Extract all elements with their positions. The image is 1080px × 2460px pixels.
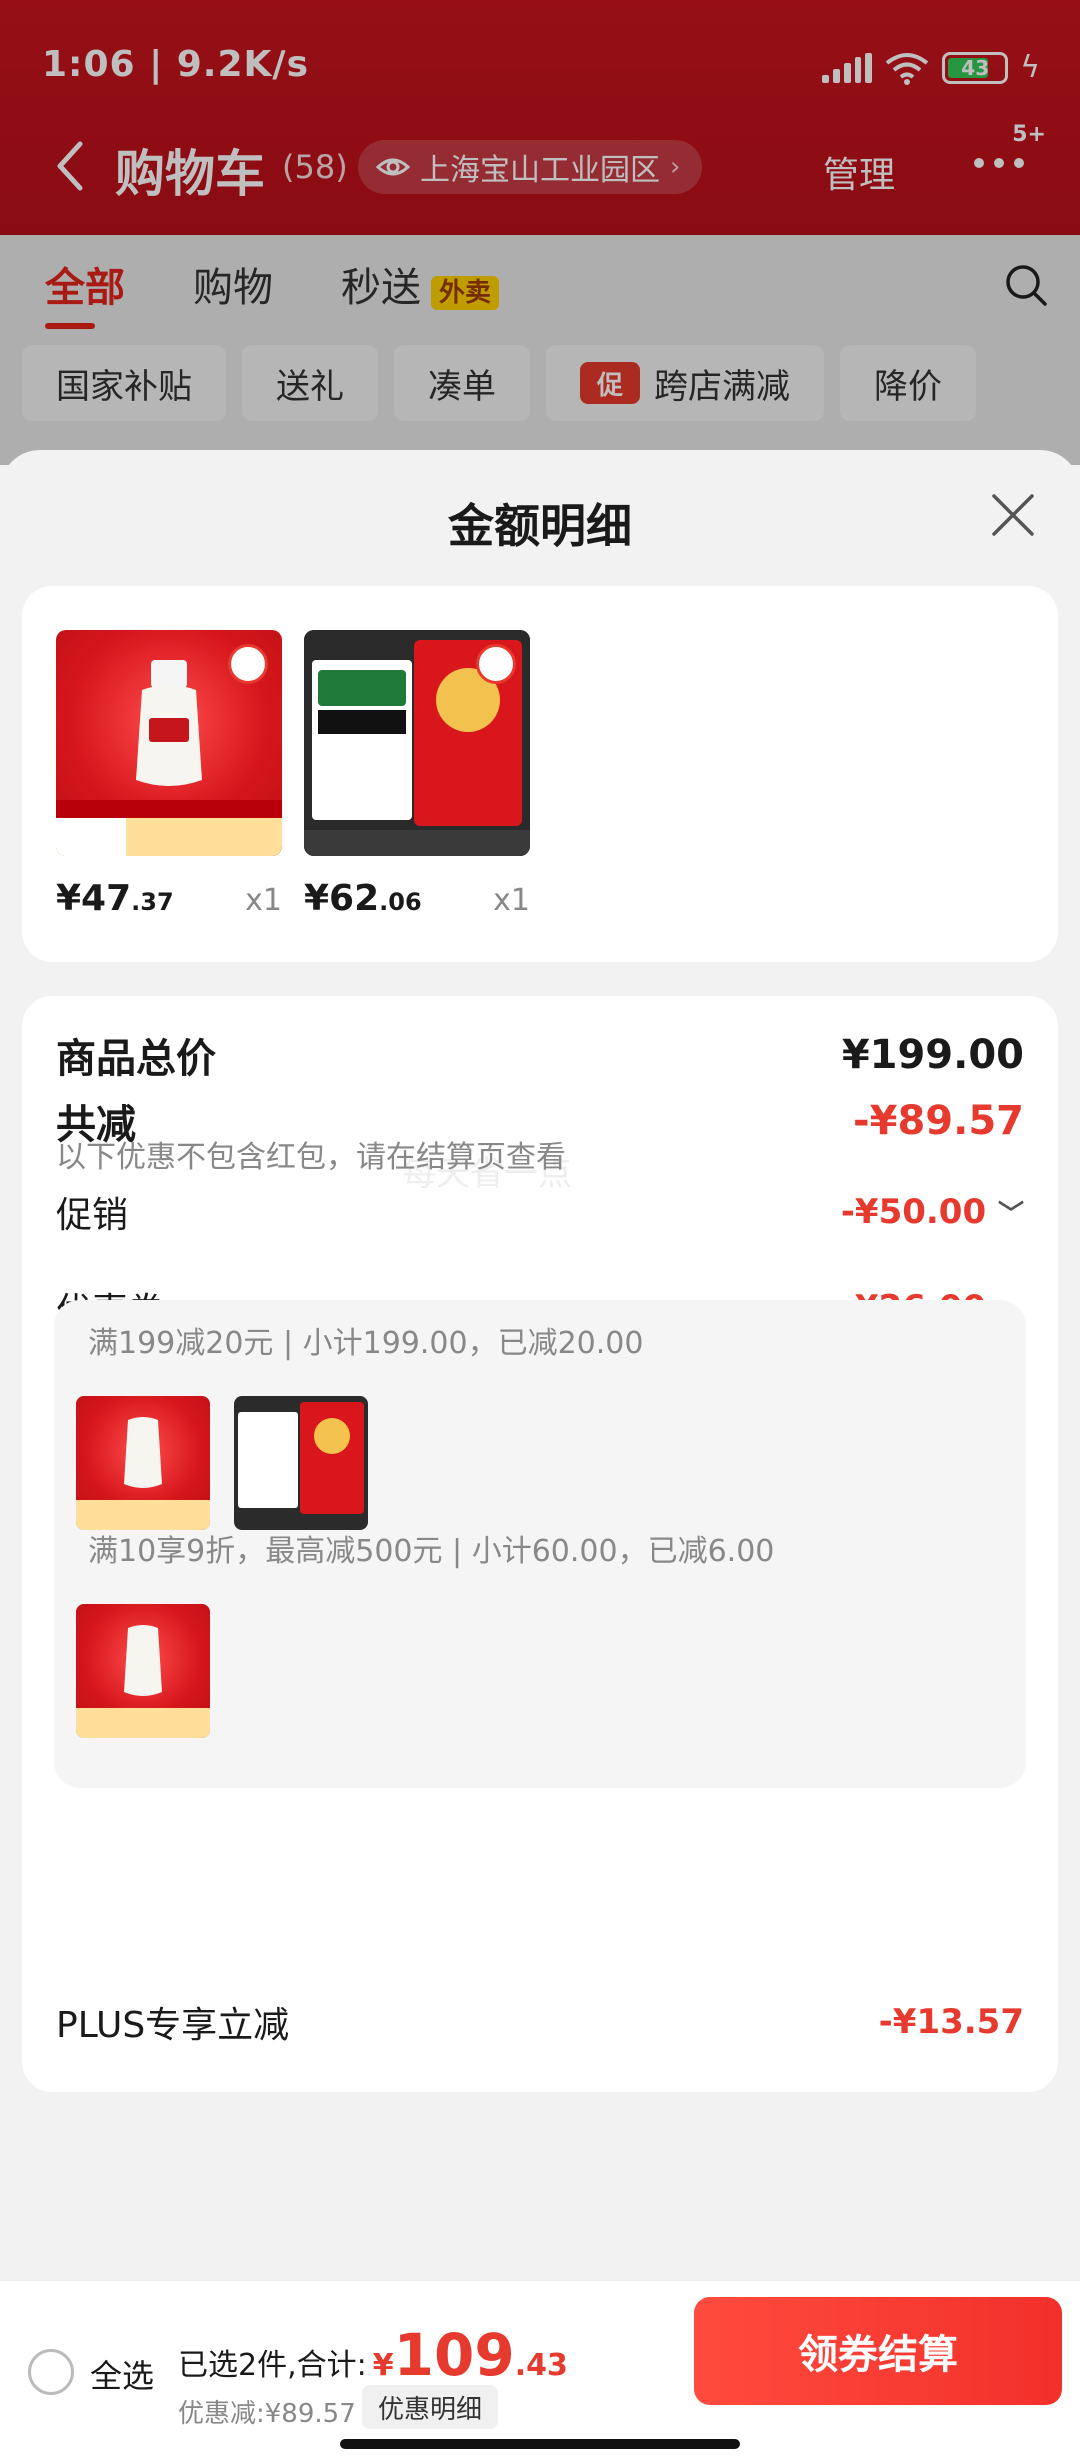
close-icon[interactable] — [990, 492, 1036, 538]
discount-amount: 优惠减:¥89.57 — [178, 2399, 356, 2429]
checkout-bar: 全选 已选2件,合计: ¥ 109 .43 优惠减:¥89.57 优惠明细 领券… — [0, 2280, 1080, 2460]
promo-amount: -¥50.00 — [840, 1192, 987, 1232]
price-int: ¥62 — [304, 878, 380, 919]
coupon-thumb-liquor — [76, 1604, 210, 1738]
checkout-button[interactable]: 领券结算 — [694, 2297, 1062, 2405]
total-reduce-value: -¥89.57 — [853, 1098, 1024, 1144]
product-image-liquor — [56, 630, 282, 856]
liquor-thumb-image — [76, 1417, 210, 1530]
reduce-note: 以下优惠不包含红包，请在结算页查看 — [56, 1140, 566, 1175]
product-item[interactable]: ¥62.06 x1 — [304, 630, 530, 919]
promo-row[interactable]: 促销 -¥50.00 ﹀ — [56, 1186, 1024, 1238]
rice-thumb-image — [238, 1402, 364, 1514]
product-qty: x1 — [493, 883, 530, 918]
price-dec: .37 — [131, 888, 174, 916]
promo-label: 促销 — [56, 1195, 129, 1236]
promo-value: -¥50.00 ﹀ — [841, 1192, 1024, 1232]
total-price-label: 商品总价 — [56, 1036, 216, 1082]
sheet-title: 金额明细 — [448, 499, 632, 553]
selected-check-icon — [228, 644, 268, 684]
plus-value: -¥13.57 — [878, 2002, 1024, 2042]
home-indicator[interactable] — [340, 2439, 740, 2449]
selected-check-icon — [476, 644, 516, 684]
total-price-value: ¥199.00 — [841, 1032, 1024, 1078]
price-int: ¥47 — [56, 878, 132, 919]
plus-discount-row: PLUS专享立减 -¥13.57 — [56, 1996, 1024, 2048]
product-price: ¥47.37 — [56, 878, 174, 919]
product-price: ¥62.06 — [304, 878, 422, 919]
coupon-thumb-liquor — [76, 1396, 210, 1530]
coupon-thumb-rice — [234, 1396, 368, 1530]
product-item[interactable]: ¥47.37 x1 — [56, 630, 282, 919]
product-image-rice — [304, 630, 530, 856]
total-currency: ¥ — [372, 2348, 394, 2383]
amount-detail-sheet: 金额明细 ¥47.37 x1 ¥62.06 x1 商品总价 ¥199.00 每天… — [0, 450, 1080, 2280]
chevron-down-icon: ﹀ — [997, 1200, 1024, 1230]
selected-count: 已选2件,合计: — [178, 2348, 367, 2383]
total-amount-int: 109 — [393, 2321, 515, 2389]
product-qty: x1 — [245, 883, 282, 918]
overlay-dim[interactable] — [0, 0, 1080, 465]
plus-label: PLUS专享立减 — [56, 2005, 290, 2046]
discount-detail-button[interactable]: 优惠明细 — [362, 2385, 499, 2429]
select-all-checkbox[interactable] — [28, 2349, 74, 2395]
price-dec: .06 — [379, 888, 422, 916]
coupon-line-1: 满199减20元 | 小计199.00，已减20.00 — [88, 1326, 644, 1361]
selected-products-card: ¥47.37 x1 ¥62.06 x1 — [22, 586, 1058, 962]
coupon-detail-box: 满199减20元 | 小计199.00，已减20.00 满10享9折，最高减50… — [54, 1300, 1026, 1788]
selected-summary: 已选2件,合计: ¥ 109 .43 — [178, 2321, 568, 2389]
select-all-label[interactable]: 全选 — [90, 2351, 154, 2397]
coupon-line-2: 满10享9折，最高减500元 | 小计60.00，已减6.00 — [88, 1534, 775, 1569]
liquor-thumb-image — [76, 1625, 210, 1738]
total-price-row: 商品总价 ¥199.00 — [56, 1026, 1024, 1084]
total-amount-dec: .43 — [514, 2348, 568, 2383]
price-breakdown-card: 商品总价 ¥199.00 每天省一点 共减 -¥89.57 以下优惠不包含红包，… — [22, 996, 1058, 2092]
